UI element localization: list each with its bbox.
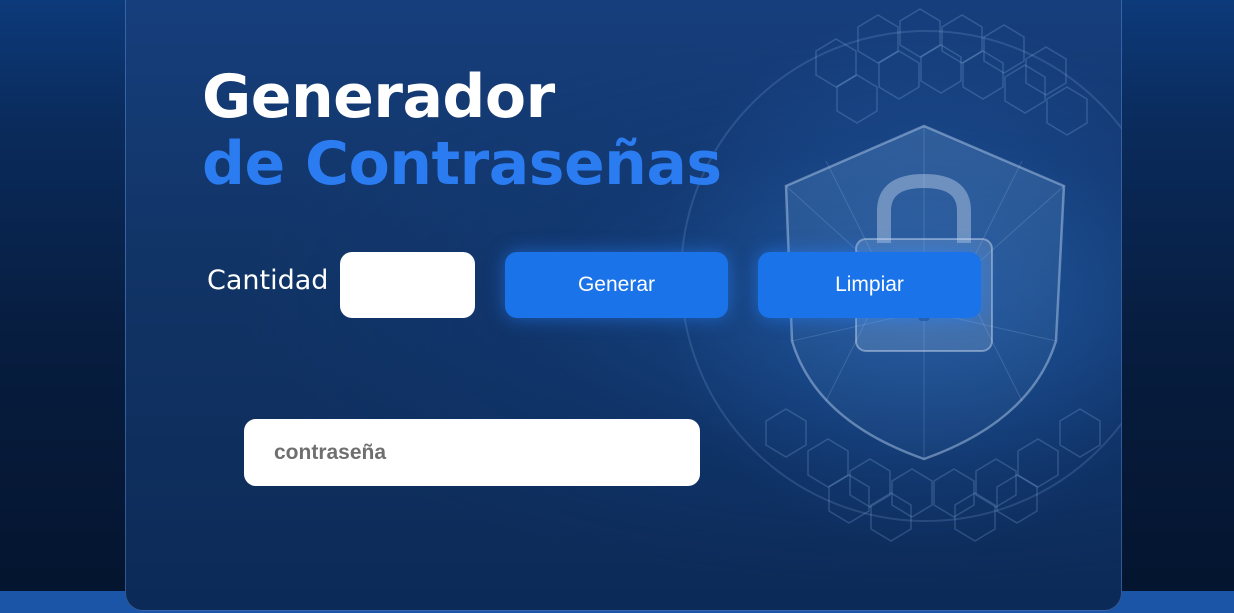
generate-button[interactable]: Generar — [505, 252, 728, 318]
page-title: Generador de Contraseñas — [202, 64, 722, 198]
generator-panel: Generador de Contraseñas Cantidad Genera… — [125, 0, 1122, 611]
title-line-2: de Contraseñas — [202, 129, 722, 199]
clear-button[interactable]: Limpiar — [758, 252, 981, 318]
password-output-field[interactable] — [244, 419, 700, 486]
quantity-input[interactable] — [340, 252, 475, 318]
title-line-1: Generador — [202, 62, 555, 132]
quantity-label: Cantidad — [207, 265, 329, 296]
